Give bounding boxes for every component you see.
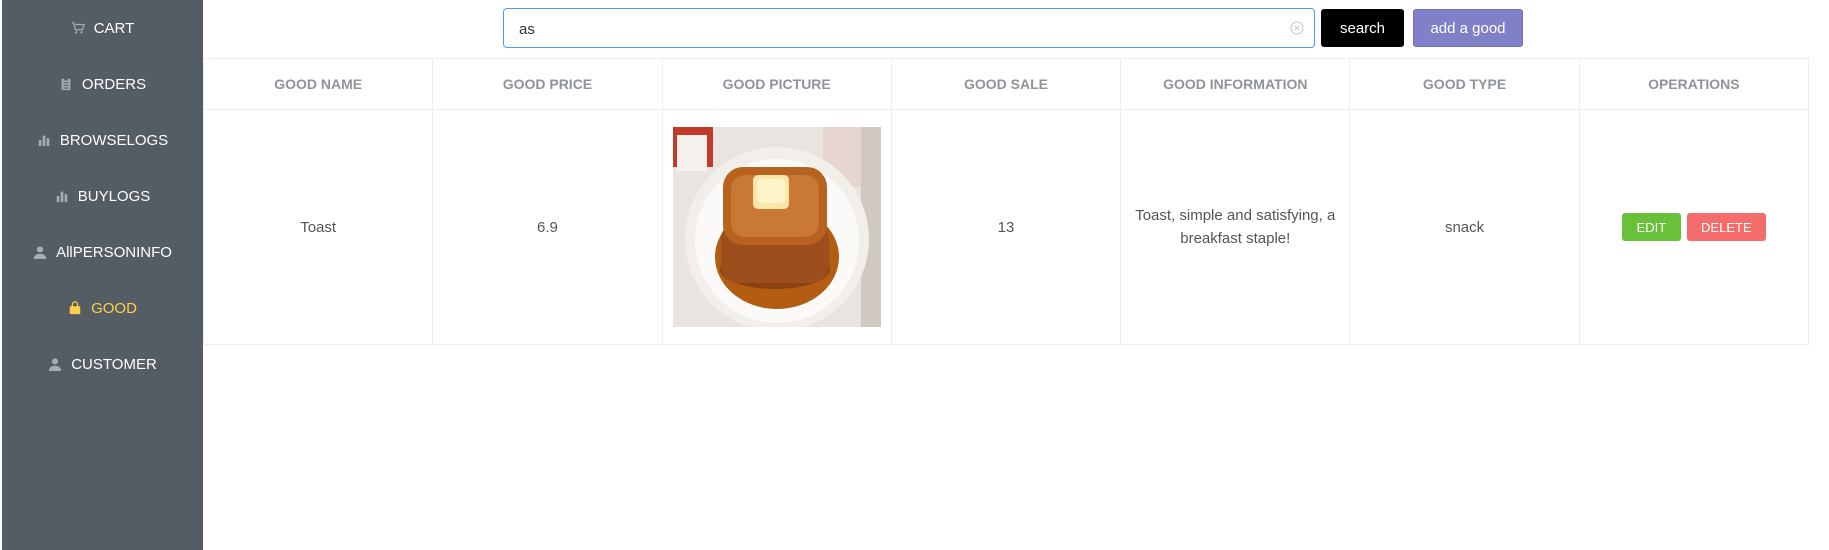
sidebar-item-cart[interactable]: CART [2, 0, 203, 56]
cell-operations: EDIT DELETE [1578, 109, 1810, 345]
bar-chart-icon [56, 191, 67, 203]
bar-chart-icon [38, 135, 50, 147]
sidebar-item-label: BROWSELOGS [59, 131, 169, 149]
search-button[interactable]: search [1321, 9, 1404, 47]
cart-icon [71, 22, 85, 34]
bag-icon [69, 301, 81, 315]
delete-button[interactable]: DELETE [1686, 213, 1766, 241]
edit-button[interactable]: EDIT [1621, 213, 1681, 241]
user-icon [49, 358, 62, 371]
sidebar-item-buylogs[interactable]: BUYLOGS [2, 168, 203, 224]
cell-good-price: 6.9 [432, 109, 663, 345]
goods-table: GOOD NAME GOOD PRICE GOOD PICTURE GOOD S… [202, 58, 1810, 345]
header-good-sale: GOOD SALE [890, 58, 1122, 110]
sidebar-item-orders[interactable]: ORDERS [2, 56, 203, 112]
good-picture-image [672, 127, 881, 327]
header-operations: OPERATIONS [1578, 58, 1810, 110]
sidebar-item-label: AllPERSONINFO [56, 243, 172, 261]
sidebar-item-customer[interactable]: CUSTOMER [2, 336, 203, 392]
search-input[interactable] [519, 18, 1279, 40]
cell-good-information: Toast, simple and satisfying, a breakfas… [1120, 109, 1351, 345]
sidebar-item-label: CUSTOMER [71, 355, 157, 373]
user-icon [33, 246, 47, 259]
sidebar-item-allpersoninfo[interactable]: AllPERSONINFO [2, 224, 203, 280]
header-good-price: GOOD PRICE [432, 58, 663, 110]
table-row: Toast 6.9 13 Toast, simple and satisfyin… [202, 109, 1810, 345]
cell-good-sale: 13 [890, 109, 1122, 345]
header-good-type: GOOD TYPE [1349, 58, 1580, 110]
header-good-information: GOOD INFORMATION [1120, 58, 1351, 110]
sidebar-item-label: CART [93, 19, 135, 37]
sidebar-menu: CART ORDERS BROWSELOGS BUYLOGS AllPERSON… [2, 0, 203, 550]
search-box [503, 8, 1315, 48]
header-good-picture: GOOD PICTURE [661, 58, 892, 110]
cell-good-name: Toast [202, 109, 434, 345]
cell-good-picture [661, 109, 892, 345]
sidebar-item-label: BUYLOGS [77, 187, 151, 205]
add-good-button[interactable]: add a good [1413, 9, 1523, 47]
sidebar-item-label: GOOD [91, 299, 137, 317]
cell-good-type: snack [1349, 109, 1580, 345]
clear-icon[interactable] [1290, 21, 1304, 35]
clipboard-icon [61, 77, 71, 91]
sidebar-item-browselogs[interactable]: BROWSELOGS [2, 112, 203, 168]
sidebar-item-label: ORDERS [81, 75, 147, 93]
header-good-name: GOOD NAME [202, 58, 434, 110]
table-header-row: GOOD NAME GOOD PRICE GOOD PICTURE GOOD S… [202, 58, 1810, 110]
sidebar-item-good[interactable]: GOOD [2, 280, 203, 336]
toolbar: search add a good [203, 0, 1829, 58]
